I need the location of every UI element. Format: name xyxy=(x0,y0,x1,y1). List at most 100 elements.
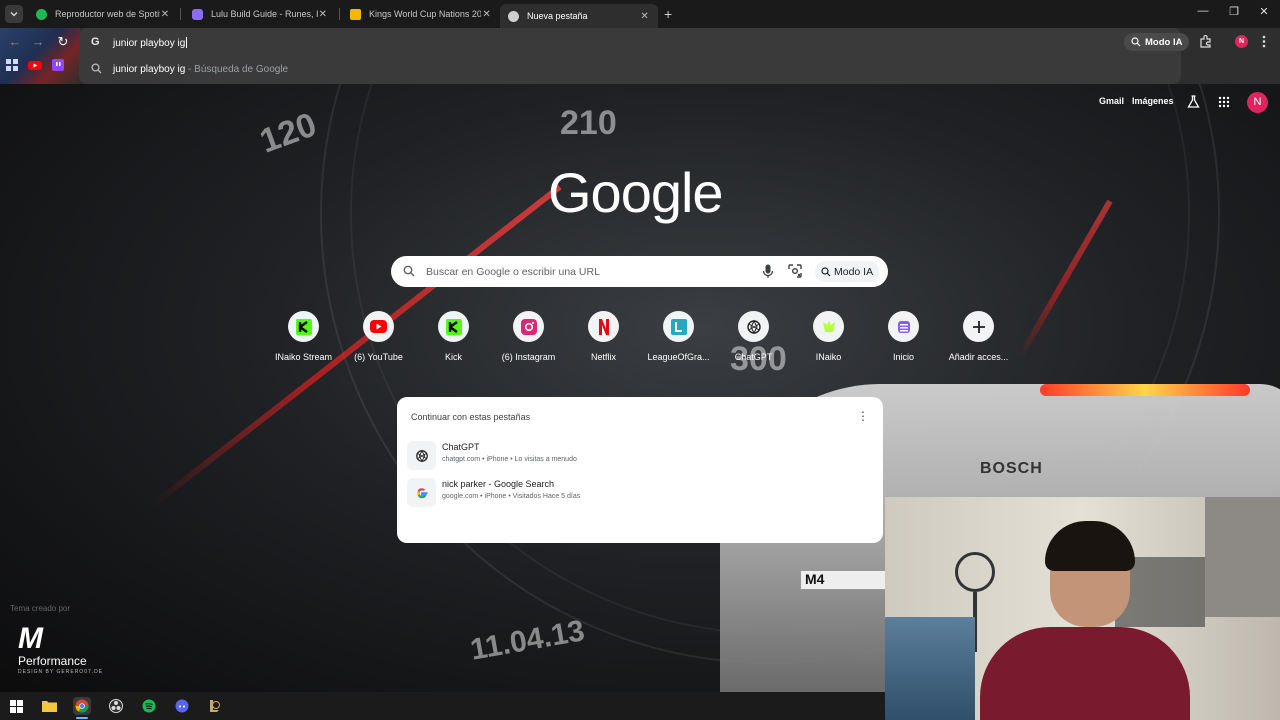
kebab-menu-icon: ⋮ xyxy=(857,409,869,423)
taskbar-league-client[interactable] xyxy=(205,697,223,715)
active-app-indicator xyxy=(76,717,88,719)
search-icon xyxy=(91,63,102,74)
shortcut-instagram[interactable]: (6) Instagram xyxy=(491,311,566,362)
shortcut-inicio[interactable]: Inicio xyxy=(866,311,941,362)
sparkle-search-icon xyxy=(821,266,831,277)
taskbar-file-explorer[interactable] xyxy=(40,697,58,715)
gauge-number: 210 xyxy=(560,104,617,142)
inicio-icon xyxy=(896,319,912,335)
extensions-icon[interactable] xyxy=(1199,35,1212,48)
windows-icon xyxy=(9,699,23,713)
folder-icon xyxy=(41,700,57,712)
chrome-icon xyxy=(75,699,89,713)
shortcut-add[interactable]: Añadir acces... xyxy=(941,311,1016,362)
suggestion-suffix: - Búsqueda de Google xyxy=(185,64,289,75)
shortcut-netflix[interactable]: Netflix xyxy=(566,311,641,362)
search-input[interactable]: Buscar en Google o escribir una URL xyxy=(426,266,600,278)
kebab-menu-icon[interactable] xyxy=(1262,35,1266,48)
new-tab-button[interactable]: + xyxy=(664,6,672,22)
omnibox-input[interactable]: junior playboy ig xyxy=(113,37,188,49)
ai-mode-button[interactable]: Modo IA xyxy=(815,261,880,282)
continue-item-google-search[interactable]: nick parker - Google Search google.com •… xyxy=(407,476,873,510)
discord-icon xyxy=(175,699,189,713)
reload-button[interactable]: ↻ xyxy=(55,34,71,50)
tab-close-icon[interactable]: ✕ xyxy=(160,9,170,20)
shortcut-label: INaiko Stream xyxy=(274,352,333,362)
tab-title: Nueva pestaña xyxy=(527,11,588,21)
instagram-icon xyxy=(520,318,537,335)
omnibox[interactable]: G junior playboy ig junior playboy ig - … xyxy=(79,28,1181,84)
continue-item-meta: chatgpt.com • iPhone • Lo visitas a menu… xyxy=(442,456,577,463)
chevron-down-icon xyxy=(10,10,18,18)
ntp-search-box[interactable]: Buscar en Google o escribir una URL Modo… xyxy=(391,256,888,287)
shortcuts-row: INaiko Stream (6) YouTube Kick (6) Insta… xyxy=(266,311,1016,371)
tab-title: Lulu Build Guide - Runes, Items xyxy=(211,9,318,19)
browser-toolbar: ← → ↻ G junior playboy ig junior playboy… xyxy=(0,28,1280,84)
league-letter-icon xyxy=(670,318,687,335)
taskbar-discord[interactable] xyxy=(173,697,191,715)
obs-icon xyxy=(109,699,123,713)
continue-item-chatgpt[interactable]: ChatGPT chatgpt.com • iPhone • Lo visita… xyxy=(407,439,873,473)
tab-search-button[interactable] xyxy=(5,5,23,23)
shortcut-label: (6) Instagram xyxy=(501,352,556,362)
spotify-icon xyxy=(142,699,156,713)
forward-button[interactable]: → xyxy=(30,34,46,50)
tab-close-icon[interactable]: ✕ xyxy=(639,11,650,22)
google-logo: Google xyxy=(548,161,724,224)
gmail-link[interactable]: Gmail xyxy=(1099,96,1124,106)
ai-mode-label: Modo IA xyxy=(834,265,874,278)
youtube-bookmark-icon[interactable] xyxy=(28,59,42,71)
m-logo-text: Performance xyxy=(18,654,87,668)
netflix-icon xyxy=(598,318,610,335)
league-icon xyxy=(192,8,203,20)
tab-kings-world-cup[interactable]: Kings World Cup Nations 2026 ✕ xyxy=(342,3,500,25)
shortcut-inaiko[interactable]: INaiko xyxy=(791,311,866,362)
shortcut-label: Añadir acces... xyxy=(948,352,1009,362)
tab-close-icon[interactable]: ✕ xyxy=(481,9,492,20)
room-window xyxy=(1205,497,1280,617)
youtube-icon xyxy=(370,320,387,333)
taskbar-chrome[interactable] xyxy=(73,697,91,715)
theme-credit[interactable]: Tema creado por xyxy=(10,604,70,613)
continue-item-meta: google.com • iPhone • Visitados Hace 5 d… xyxy=(442,493,581,500)
theme-logo[interactable]: M Performance DESIGN BY GERERO07.DE xyxy=(18,622,112,678)
restore-button[interactable]: ❐ xyxy=(1227,5,1241,18)
plus-icon: + xyxy=(664,6,673,22)
shortcut-kick[interactable]: Kick xyxy=(416,311,491,362)
tab-lulu[interactable]: Lulu Build Guide - Runes, Items ✕ xyxy=(184,3,336,25)
search-icon xyxy=(403,265,415,277)
tab-spotify[interactable]: Reproductor web de Spotify: m ✕ xyxy=(28,3,178,25)
shortcut-youtube[interactable]: (6) YouTube xyxy=(341,311,416,362)
google-lens-icon[interactable] xyxy=(788,264,802,278)
car-banner: BOSCH xyxy=(980,460,1043,477)
card-menu-button[interactable]: ⋮ xyxy=(857,409,869,423)
tab-close-icon[interactable]: ✕ xyxy=(318,9,328,20)
continue-item-title: ChatGPT xyxy=(442,442,480,452)
profile-avatar[interactable]: N xyxy=(1235,35,1248,48)
windows-start-button[interactable] xyxy=(7,697,25,715)
tab-strip: Reproductor web de Spotify: m ✕ Lulu Bui… xyxy=(0,0,1280,28)
images-link[interactable]: Imágenes xyxy=(1132,96,1174,106)
taskbar-spotify[interactable] xyxy=(140,697,158,715)
back-button[interactable]: ← xyxy=(7,34,23,50)
labs-flask-icon[interactable] xyxy=(1187,95,1200,109)
tab-new-tab[interactable]: Nueva pestaña ✕ xyxy=(500,4,658,28)
twitch-bookmark-icon[interactable] xyxy=(52,59,64,71)
shortcut-chatgpt[interactable]: ChatGPT xyxy=(716,311,791,362)
minimize-button[interactable]: — xyxy=(1196,5,1210,17)
omnibox-suggestion[interactable]: junior playboy ig - Búsqueda de Google xyxy=(79,59,1181,81)
continue-card-title: Continuar con estas pestañas xyxy=(411,412,531,422)
shortcut-inaiko-stream[interactable]: INaiko Stream xyxy=(266,311,341,362)
shortcut-leagueofgraphs[interactable]: LeagueOfGra... xyxy=(641,311,716,362)
m-logo-design: DESIGN BY GERERO07.DE xyxy=(18,669,104,675)
shortcut-label: Netflix xyxy=(590,352,616,362)
apps-grid-icon[interactable] xyxy=(6,59,18,71)
taskbar-obs[interactable] xyxy=(107,697,125,715)
close-window-button[interactable]: ✕ xyxy=(1257,5,1271,18)
google-apps-icon[interactable] xyxy=(1218,96,1230,108)
inaiko-icon xyxy=(821,319,837,335)
account-avatar[interactable]: N xyxy=(1247,92,1268,113)
microphone-icon[interactable] xyxy=(762,264,774,279)
ai-mode-button[interactable]: Modo IA xyxy=(1124,33,1190,51)
kick-icon xyxy=(295,318,312,335)
